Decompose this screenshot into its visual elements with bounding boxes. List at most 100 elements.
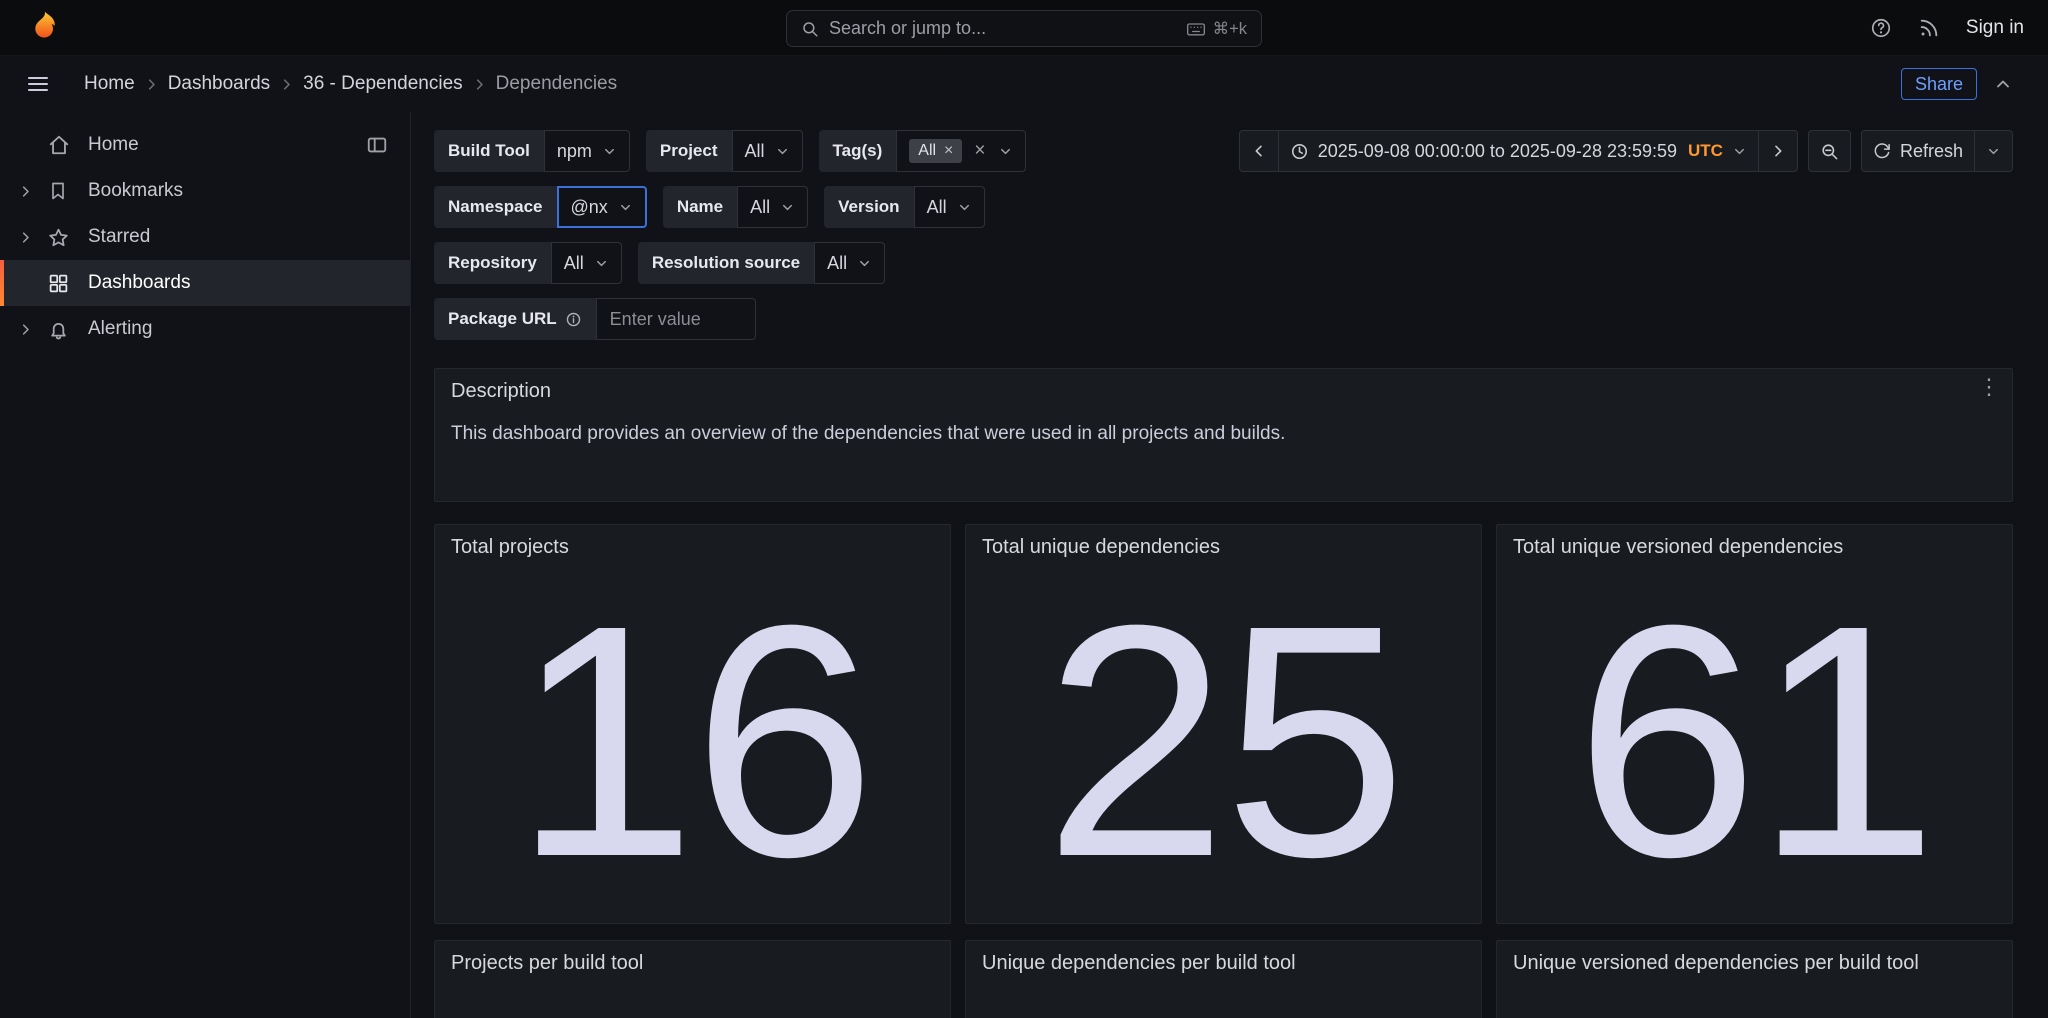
breadcrumb-item-current: Dependencies (496, 73, 617, 95)
stat-value: 16 (513, 584, 872, 898)
stat-panel-total-unique-dependencies: Total unique dependencies 25 (965, 524, 1482, 924)
filter-name: Name All (663, 186, 808, 228)
chevron-right-icon (1770, 143, 1786, 159)
chevron-down-icon (957, 200, 972, 215)
refresh-button[interactable]: Refresh (1861, 130, 1975, 172)
remove-tag-icon[interactable]: × (944, 142, 953, 160)
panel-projects-per-build-tool: Projects per build tool (434, 940, 951, 1018)
sidebar-item-label: Alerting (88, 318, 152, 340)
chevron-down-icon (1986, 144, 2001, 159)
time-range-text: 2025-09-08 00:00:00 to 2025-09-28 23:59:… (1318, 141, 1677, 162)
filter-label: Version (824, 186, 913, 228)
timezone-label: UTC (1688, 141, 1723, 161)
sidebar-item-alerting[interactable]: Alerting (0, 306, 410, 352)
info-icon[interactable] (565, 311, 582, 328)
filter-label: Project (646, 130, 732, 172)
help-icon[interactable] (1870, 17, 1892, 39)
search-icon (801, 20, 819, 38)
search-shortcut: ⌘+k (1186, 19, 1247, 39)
refresh-interval-dropdown[interactable] (1974, 130, 2013, 172)
clear-selection-icon[interactable]: × (972, 140, 987, 162)
description-panel: Description ⋮ This dashboard provides an… (434, 368, 2013, 502)
sidebar-item-dashboards[interactable]: Dashboards (0, 260, 410, 306)
repository-select[interactable]: All (551, 242, 622, 284)
chevron-right-icon[interactable] (18, 230, 48, 245)
sidebar-item-bookmarks[interactable]: Bookmarks (0, 168, 410, 214)
search-input[interactable]: Search or jump to... ⌘+k (786, 10, 1262, 47)
filter-label: Resolution source (638, 242, 814, 284)
filter-label: Namespace (434, 186, 557, 228)
filter-repository: Repository All (434, 242, 622, 284)
filter-version: Version All (824, 186, 984, 228)
topbar-actions: Sign in (1870, 17, 2024, 39)
panel-unique-dependencies-per-build-tool: Unique dependencies per build tool (965, 940, 1482, 1018)
top-navigation-bar: Search or jump to... ⌘+k (0, 0, 2048, 56)
grafana-logo-icon[interactable] (24, 8, 64, 48)
apps-grid-icon (48, 273, 72, 294)
breadcrumb-item-dashboard-name[interactable]: 36 - Dependencies (303, 73, 463, 95)
panel-title: Description (435, 369, 2012, 403)
package-url-input[interactable] (596, 298, 756, 340)
chevron-down-icon (780, 200, 795, 215)
share-button[interactable]: Share (1901, 68, 1977, 100)
sidebar-item-starred[interactable]: Starred (0, 214, 410, 260)
breadcrumb-item-dashboards[interactable]: Dashboards (168, 73, 270, 95)
stat-panel-total-projects: Total projects 16 (434, 524, 951, 924)
dashboard-actions: Share (1901, 68, 2013, 100)
time-range-picker[interactable]: 2025-09-08 00:00:00 to 2025-09-28 23:59:… (1278, 130, 1759, 172)
tag-chip-all[interactable]: All × (909, 139, 962, 163)
sign-in-link[interactable]: Sign in (1966, 17, 2024, 39)
filter-label: Build Tool (434, 130, 544, 172)
filter-label: Name (663, 186, 737, 228)
filter-namespace: Namespace @nx (434, 186, 647, 228)
dashboard-variables: Build Tool npm Project All (434, 130, 2013, 340)
tags-multiselect[interactable]: All × × (896, 130, 1025, 172)
chevron-down-icon (857, 256, 872, 271)
chevron-down-icon (594, 256, 609, 271)
dock-sidebar-icon[interactable] (366, 134, 388, 156)
news-rss-icon[interactable] (1918, 17, 1940, 39)
panel-title: Unique versioned dependencies per build … (1497, 941, 2012, 975)
home-icon (48, 134, 72, 156)
version-select[interactable]: All (914, 186, 985, 228)
panel-menu-icon[interactable]: ⋮ (1978, 376, 2000, 398)
filter-package-url: Package URL (434, 298, 756, 340)
keyboard-icon (1186, 19, 1206, 39)
chevron-down-icon (618, 200, 633, 215)
resolution-source-select[interactable]: All (814, 242, 885, 284)
chevron-right-icon (279, 77, 294, 92)
breadcrumb-item-home[interactable]: Home (84, 73, 135, 95)
star-icon (48, 227, 72, 248)
dashboard-content: Build Tool npm Project All (411, 112, 2048, 1018)
time-range-forward-button[interactable] (1758, 130, 1798, 172)
name-select[interactable]: All (737, 186, 808, 228)
filter-tags: Tag(s) All × × (819, 130, 1026, 172)
stats-row: Total projects 16 Total unique dependenc… (434, 524, 2013, 924)
zoom-out-time-button[interactable] (1808, 130, 1851, 172)
sidebar-item-home[interactable]: Home (0, 122, 410, 168)
project-select[interactable]: All (732, 130, 803, 172)
chevron-down-icon (602, 144, 617, 159)
filter-build-tool: Build Tool npm (434, 130, 630, 172)
time-range-back-button[interactable] (1239, 130, 1279, 172)
sidebar-item-label: Starred (88, 226, 150, 248)
breadcrumb: Home Dashboards 36 - Dependencies Depend… (84, 73, 617, 95)
panel-title: Unique dependencies per build tool (966, 941, 1481, 975)
zoom-out-icon (1820, 142, 1839, 161)
chevron-right-icon[interactable] (18, 322, 48, 337)
bottom-panels-row: Projects per build tool Unique dependenc… (434, 940, 2013, 1018)
sidebar-item-label: Dashboards (88, 272, 190, 294)
chevron-right-icon[interactable] (18, 184, 48, 199)
filter-label: Repository (434, 242, 551, 284)
filter-resolution-source: Resolution source All (638, 242, 885, 284)
chevron-right-icon (472, 77, 487, 92)
chevron-left-icon (1251, 143, 1267, 159)
breadcrumb-bar: Home Dashboards 36 - Dependencies Depend… (0, 56, 2048, 112)
mega-menu-icon[interactable] (20, 66, 56, 102)
refresh-icon (1873, 142, 1891, 160)
chevron-up-icon[interactable] (1993, 74, 2013, 94)
build-tool-select[interactable]: npm (544, 130, 630, 172)
bookmark-icon (48, 181, 72, 201)
panel-title: Total unique dependencies (966, 525, 1481, 559)
namespace-select[interactable]: @nx (557, 186, 647, 228)
